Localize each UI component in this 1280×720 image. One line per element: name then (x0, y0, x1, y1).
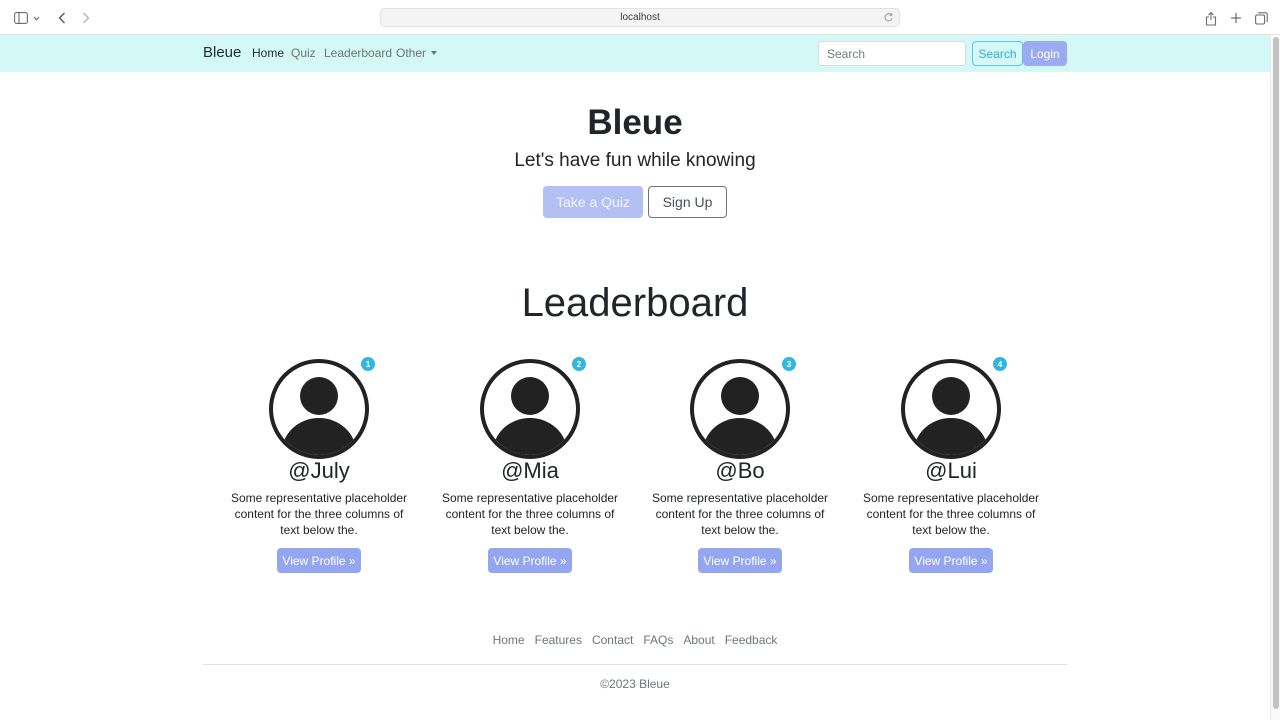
tab-overview-icon[interactable] (1252, 9, 1270, 27)
footer-link-features[interactable]: Features (535, 633, 582, 647)
search-input[interactable] (818, 41, 966, 66)
footer-divider (203, 664, 1067, 665)
nav-dropdown-label: Other (396, 46, 427, 60)
footer-link-about[interactable]: About (683, 633, 714, 647)
view-profile-button[interactable]: View Profile » (277, 548, 361, 573)
view-profile-button[interactable]: View Profile » (698, 548, 782, 573)
caret-down-icon (431, 50, 438, 55)
leaderboard-title: Leaderboard (521, 281, 749, 325)
copyright-text: ©2023 Bleue (600, 677, 670, 691)
nav-link-leaderboard[interactable]: Leaderboard (324, 46, 392, 60)
view-profile-button[interactable]: View Profile » (909, 548, 993, 573)
footer-link-faqs[interactable]: FAQs (643, 633, 673, 647)
nav-link-home[interactable]: Home (252, 46, 284, 60)
footer-nav: Home Features Contact FAQs About Feedbac… (0, 633, 1270, 647)
rank-badge: 4 (993, 357, 1007, 371)
user-description: Some representative placeholder content … (230, 491, 408, 537)
reload-icon[interactable] (883, 12, 894, 23)
user-handle: @Lui (925, 458, 977, 483)
footer-link-contact[interactable]: Contact (592, 633, 633, 647)
page-scrollbar[interactable] (1270, 35, 1280, 720)
url-text: localhost (620, 12, 660, 23)
hero-title: Bleue (587, 103, 683, 142)
back-icon[interactable] (53, 9, 71, 27)
scrollbar-thumb[interactable] (1273, 37, 1279, 709)
search-button[interactable]: Search (972, 41, 1023, 66)
user-avatar-icon (269, 359, 369, 459)
navbar: Bleue Home Quiz Leaderboard Other Search… (0, 35, 1270, 72)
browser-toolbar: localhost (0, 0, 1280, 35)
user-avatar-icon (901, 359, 1001, 459)
take-quiz-button[interactable]: Take a Quiz (543, 186, 643, 218)
user-description: Some representative placeholder content … (441, 491, 619, 537)
address-bar[interactable]: localhost (380, 8, 900, 27)
navbar-brand[interactable]: Bleue (203, 44, 241, 61)
login-button[interactable]: Login (1023, 41, 1067, 66)
user-avatar-icon (480, 359, 580, 459)
sidebar-toggle-icon[interactable] (12, 9, 30, 27)
new-tab-icon[interactable] (1227, 9, 1245, 27)
user-handle: @Mia (501, 458, 559, 483)
share-icon[interactable] (1202, 9, 1220, 27)
user-description: Some representative placeholder content … (651, 491, 829, 537)
nav-link-quiz[interactable]: Quiz (291, 46, 316, 60)
forward-icon[interactable] (77, 9, 95, 27)
sign-up-button[interactable]: Sign Up (648, 186, 727, 218)
user-description: Some representative placeholder content … (862, 491, 1040, 537)
footer-link-home[interactable]: Home (493, 633, 525, 647)
rank-badge: 1 (361, 357, 375, 371)
rank-badge: 2 (572, 357, 586, 371)
user-handle: @July (288, 458, 350, 483)
rank-badge: 3 (782, 357, 796, 371)
chevron-down-icon[interactable] (31, 9, 41, 27)
user-handle: @Bo (715, 458, 765, 483)
footer-link-feedback[interactable]: Feedback (725, 633, 778, 647)
nav-dropdown-other[interactable]: Other (396, 46, 438, 60)
hero-tagline: Let's have fun while knowing (514, 150, 756, 171)
user-avatar-icon (690, 359, 790, 459)
view-profile-button[interactable]: View Profile » (488, 548, 572, 573)
